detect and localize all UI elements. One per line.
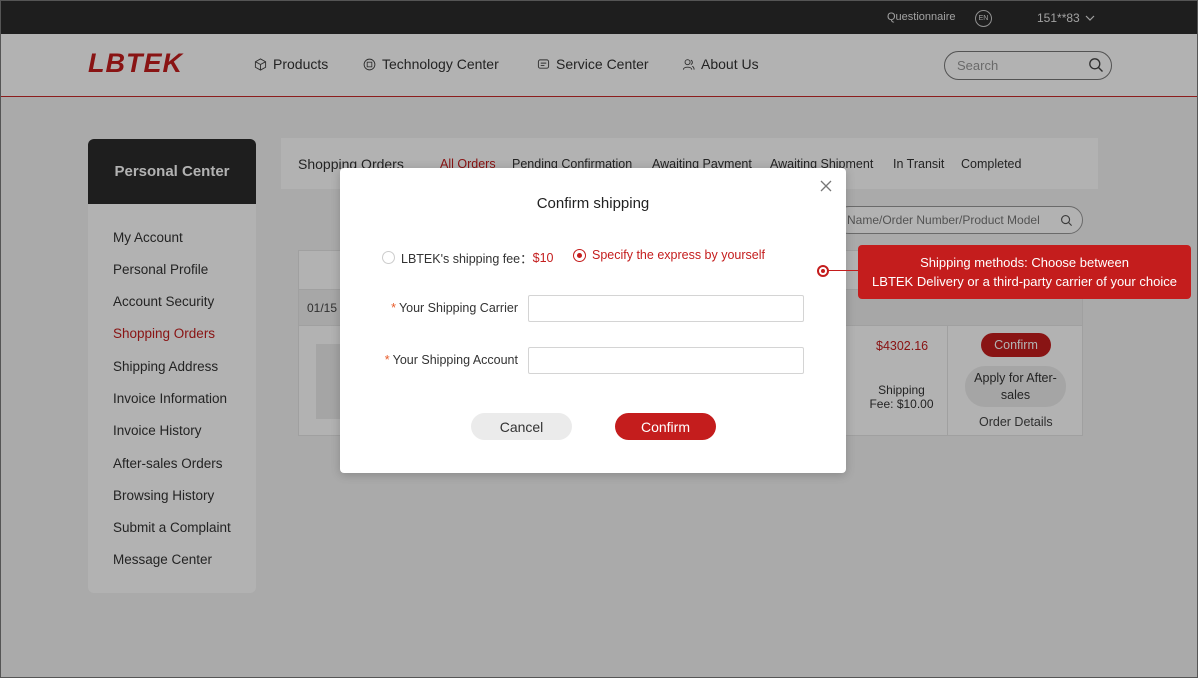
option-lbtek-fee: $10 (532, 250, 554, 265)
shipping-carrier-input[interactable] (528, 295, 804, 322)
option-lbtek-shipping[interactable]: LBTEK's shipping fee： $10 (382, 248, 553, 267)
option-self-label: Specify the express by yourself (592, 248, 765, 262)
annotation-marker (817, 265, 829, 277)
account-label-text: Your Shipping Account (392, 353, 518, 367)
annotation-connector (829, 270, 859, 271)
radio-self[interactable] (573, 248, 586, 262)
carrier-label: * Your Shipping Carrier (380, 301, 518, 315)
option-lbtek-label: LBTEK's shipping fee： (401, 252, 533, 266)
shipping-account-input[interactable] (528, 347, 804, 374)
confirm-shipping-dialog: Confirm shipping LBTEK's shipping fee： $… (340, 168, 846, 473)
radio-lbtek[interactable] (382, 251, 395, 264)
dialog-title: Confirm shipping (536, 195, 650, 212)
required-mark: * (391, 301, 396, 315)
annotation-line-1: Shipping methods: Choose between (920, 255, 1129, 270)
close-icon[interactable] (818, 178, 834, 194)
annotation-callout: Shipping methods: Choose between LBTEK D… (858, 245, 1191, 299)
confirm-button[interactable]: Confirm (615, 413, 716, 440)
carrier-label-text: Your Shipping Carrier (398, 301, 518, 315)
account-label: * Your Shipping Account (370, 353, 518, 367)
cancel-button[interactable]: Cancel (471, 413, 572, 440)
option-self-express[interactable]: Specify the express by yourself (573, 248, 765, 262)
annotation-line-2: LBTEK Delivery or a third-party carrier … (872, 274, 1177, 289)
required-mark: * (384, 353, 390, 367)
